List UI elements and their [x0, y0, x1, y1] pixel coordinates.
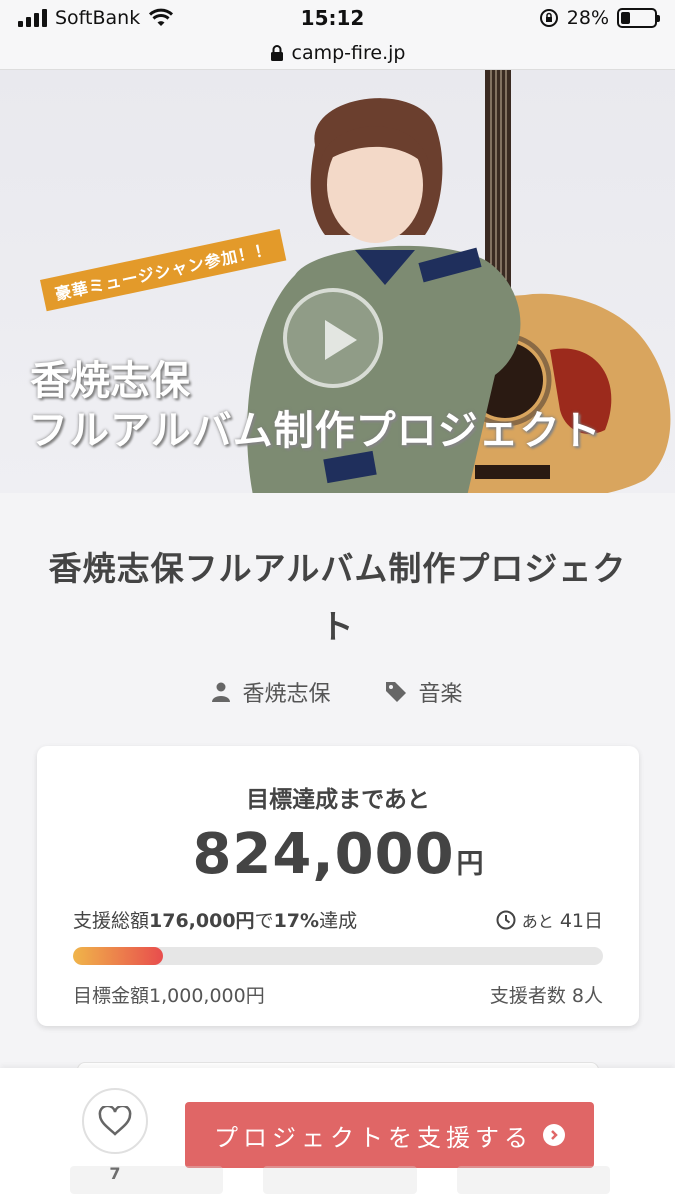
carrier-label: SoftBank — [55, 7, 141, 29]
clock: 15:12 — [300, 6, 365, 30]
funding-progress-bar — [73, 947, 603, 965]
favorite-button[interactable] — [82, 1088, 148, 1154]
support-button-label: プロジェクトを支援する — [214, 1123, 533, 1152]
project-meta: 香焼志保 音楽 — [0, 676, 675, 708]
days-value: 41日 — [559, 910, 603, 932]
backers-label: 支援者数 — [489, 985, 566, 1007]
user-icon — [212, 682, 231, 702]
progress-fill — [73, 947, 164, 965]
owner-link[interactable]: 香焼志保 — [212, 676, 331, 708]
funding-card: 目標達成まであと 824,000円 支援総額176,000円で17%達成 あと 4… — [37, 746, 639, 1026]
goal: 目標金額1,000,000円 — [73, 981, 265, 1008]
remaining-amount: 824,000円 — [37, 822, 639, 887]
owner-name: 香焼志保 — [242, 682, 331, 707]
category-link[interactable]: 音楽 — [385, 676, 463, 708]
status-bar: SoftBank 15:12 28% — [0, 0, 675, 36]
raised-amount: 176,000円 — [149, 910, 255, 932]
hero-title-line2: フルアルバム制作プロジェクト — [28, 408, 602, 454]
funding-stats: 支援総額176,000円で17%達成 あと 41日 — [73, 906, 603, 933]
raised-mid: で — [254, 910, 274, 932]
days-remaining: あと 41日 — [496, 906, 603, 933]
share-buttons-peek — [70, 1166, 610, 1200]
tag-icon — [385, 682, 406, 702]
funding-footer: 目標金額1,000,000円 支援者数 8人 — [73, 981, 603, 1008]
url-bar[interactable]: camp-fire.jp — [0, 36, 675, 70]
remaining-unit: 円 — [456, 849, 484, 880]
lock-icon — [270, 44, 283, 61]
raised-summary: 支援総額176,000円で17%達成 — [73, 906, 357, 933]
heart-icon — [98, 1106, 132, 1136]
clock-icon — [496, 910, 516, 929]
goal-label: 目標金額 — [73, 985, 150, 1007]
battery-percent: 28% — [566, 7, 609, 29]
url-domain: camp-fire.jp — [291, 41, 406, 64]
project-title: 香焼志保フルアルバム制作プロジェクト — [48, 549, 627, 646]
category-name: 音楽 — [418, 682, 463, 707]
wifi-icon — [149, 8, 174, 26]
achieved-percent: 17% — [273, 910, 320, 932]
remaining-number: 824,000 — [192, 822, 455, 887]
support-project-button[interactable]: プロジェクトを支援する — [185, 1102, 594, 1168]
hero-video-thumbnail[interactable]: 豪華ミュージシャン参加！！ 香焼志保 フルアルバム制作プロジェクト — [0, 70, 675, 493]
raised-prefix: 支援総額 — [73, 910, 150, 932]
rotation-lock-icon — [539, 9, 558, 27]
remaining-heading: 目標達成まであと — [246, 787, 430, 813]
achieved-suffix: 達成 — [319, 910, 358, 932]
backers: 支援者数 8人 — [490, 981, 603, 1008]
battery-icon — [617, 8, 660, 28]
play-icon[interactable] — [283, 288, 383, 388]
chevron-right-icon — [543, 1124, 565, 1146]
signal-icon — [18, 9, 47, 27]
goal-amount: 1,000,000円 — [149, 985, 265, 1007]
backers-count: 8人 — [571, 985, 603, 1007]
days-prefix: あと — [521, 911, 554, 931]
